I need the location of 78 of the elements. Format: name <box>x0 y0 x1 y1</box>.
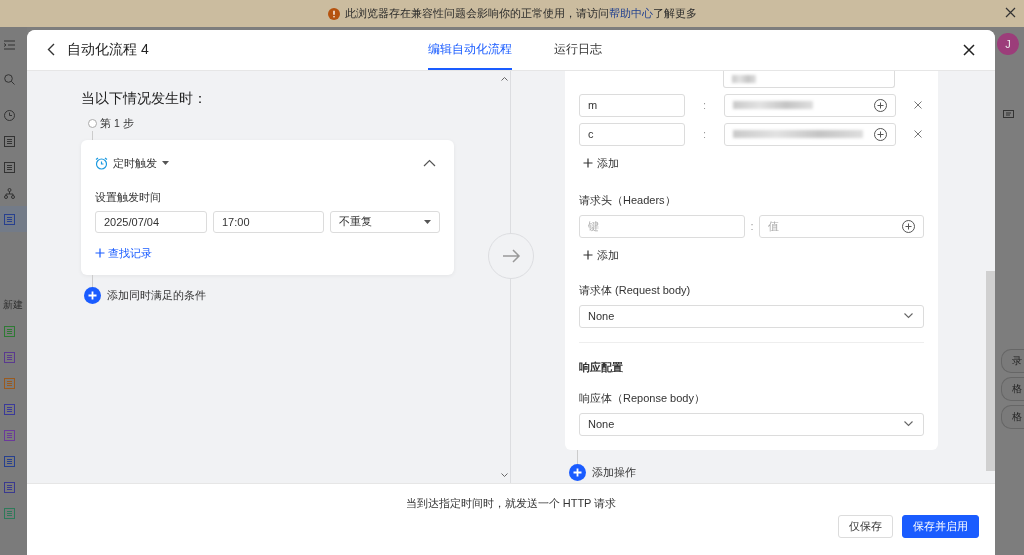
avatar[interactable]: J <box>997 33 1019 55</box>
colon: : <box>701 99 708 112</box>
add-action-label[interactable]: 添加操作 <box>592 464 636 480</box>
value-field[interactable] <box>724 122 896 146</box>
scroll-down-icon[interactable] <box>501 473 508 478</box>
table-icon <box>4 213 15 225</box>
side-button[interactable]: 格 <box>1001 405 1024 429</box>
help-center-link[interactable]: 帮助中心 <box>608 7 653 19</box>
add-circle-icon[interactable] <box>874 98 887 112</box>
value-field[interactable] <box>723 70 895 88</box>
comment-icon[interactable] <box>1003 110 1014 120</box>
plus-icon <box>583 250 593 261</box>
key-field[interactable]: c <box>579 122 685 146</box>
caret-icon[interactable] <box>162 161 169 166</box>
close-icon[interactable] <box>1005 7 1016 18</box>
alarm-clock-icon <box>95 156 108 170</box>
key-field[interactable]: m <box>579 93 685 117</box>
side-button[interactable]: 录 <box>1001 349 1024 373</box>
find-records-link[interactable]: 查找记录 <box>95 245 152 261</box>
blurred-text <box>732 74 756 83</box>
field-label: 设置触发时间 <box>95 189 162 205</box>
table-icon <box>4 135 15 147</box>
plus-icon <box>583 158 593 169</box>
scrollbar-thumb[interactable] <box>986 270 995 471</box>
new-section-label: 新建 <box>3 298 24 312</box>
add-icon[interactable] <box>84 286 101 304</box>
remove-icon[interactable] <box>914 130 922 139</box>
add-icon[interactable] <box>569 463 586 481</box>
colon: : <box>749 220 755 233</box>
table-icon <box>4 161 15 173</box>
repeat-dropdown[interactable]: 不重复 <box>330 210 440 233</box>
table-icon <box>4 481 15 493</box>
request-body-dropdown[interactable]: None <box>579 304 924 328</box>
table-icon <box>4 377 15 389</box>
time-field[interactable]: 17:00 <box>213 210 324 233</box>
dialog-title: 自动化流程 4 <box>67 40 149 59</box>
save-button[interactable]: 仅保存 <box>838 515 893 539</box>
add-circle-icon[interactable] <box>902 219 915 233</box>
section-heading: 当以下情况发生时： <box>81 89 208 108</box>
table-icon <box>4 429 15 441</box>
collapse-icon[interactable] <box>423 159 436 168</box>
table-icon <box>4 507 15 519</box>
table-icon <box>4 455 15 467</box>
summary-text: 当到达指定时间时，就发送一个 HTTP 请求 <box>405 497 617 510</box>
search-icon[interactable] <box>4 73 15 85</box>
plus-icon <box>95 248 105 259</box>
remove-icon[interactable] <box>914 101 922 110</box>
add-param-link[interactable]: 添加 <box>583 155 619 171</box>
date-field[interactable]: 2025/07/04 <box>95 210 207 233</box>
field-label: 请求头（Headers） <box>579 192 677 208</box>
trigger-type-label[interactable]: 定时触发 <box>113 155 157 171</box>
chevron-down-icon <box>904 421 913 428</box>
table-icon <box>4 351 15 363</box>
table-icon <box>4 325 15 337</box>
add-circle-icon[interactable] <box>874 127 887 141</box>
step-node-icon <box>88 119 97 129</box>
scroll-up-icon[interactable] <box>501 76 508 81</box>
banner-message: 此浏览器存在兼容性问题会影响你的正常使用，请访问帮助中心了解更多 <box>344 6 697 21</box>
step-label: 第 1 步 <box>100 116 134 131</box>
close-icon[interactable] <box>963 44 975 56</box>
response-body-dropdown[interactable]: None <box>579 412 924 436</box>
section-heading: 响应配置 <box>579 359 624 375</box>
field-label: 响应体（Reponse body） <box>579 390 706 406</box>
colon: : <box>701 128 708 141</box>
save-enable-button[interactable]: 保存并启用 <box>902 515 979 539</box>
chevron-down-icon <box>904 313 913 320</box>
value-field[interactable] <box>724 93 896 117</box>
add-condition-label[interactable]: 添加同时满足的条件 <box>107 287 206 303</box>
field-label: 请求体 (Request body) <box>579 282 692 298</box>
caret-icon <box>424 219 431 224</box>
side-button[interactable]: 格 <box>1001 377 1024 401</box>
warning-icon <box>327 7 340 20</box>
clock-icon <box>4 109 15 121</box>
hierarchy-icon <box>4 187 15 199</box>
back-icon[interactable] <box>47 43 55 57</box>
tab[interactable]: 运行日志 <box>554 30 602 70</box>
add-header-link[interactable]: 添加 <box>583 247 619 263</box>
table-icon <box>4 403 15 415</box>
